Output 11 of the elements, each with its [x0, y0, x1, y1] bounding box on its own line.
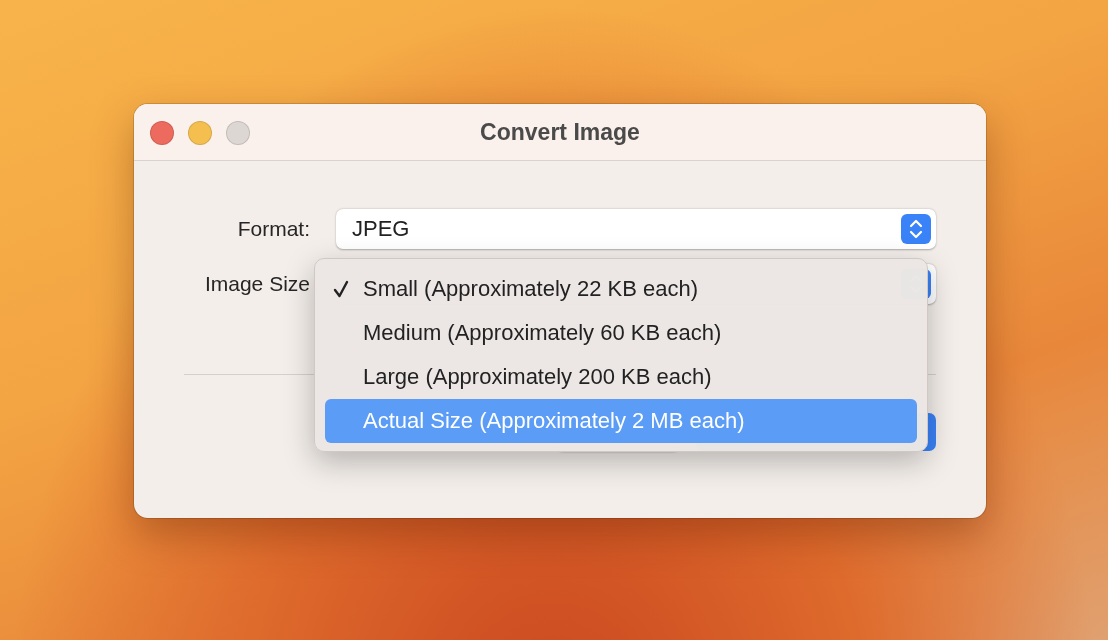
- minimize-icon[interactable]: [188, 121, 212, 145]
- chevron-up-down-icon: [901, 214, 931, 244]
- close-icon[interactable]: [150, 121, 174, 145]
- zoom-icon: [226, 121, 250, 145]
- field-label: Image Size: [203, 272, 310, 296]
- window-title: Convert Image: [480, 118, 640, 146]
- menu-item[interactable]: Medium (Approximately 60 KB each): [325, 311, 917, 355]
- menu-item[interactable]: Small (Approximately 22 KB each): [325, 267, 917, 311]
- menu-item[interactable]: Large (Approximately 200 KB each): [325, 355, 917, 399]
- popup-button[interactable]: JPEG: [336, 209, 936, 249]
- field-label: Format:: [236, 217, 310, 241]
